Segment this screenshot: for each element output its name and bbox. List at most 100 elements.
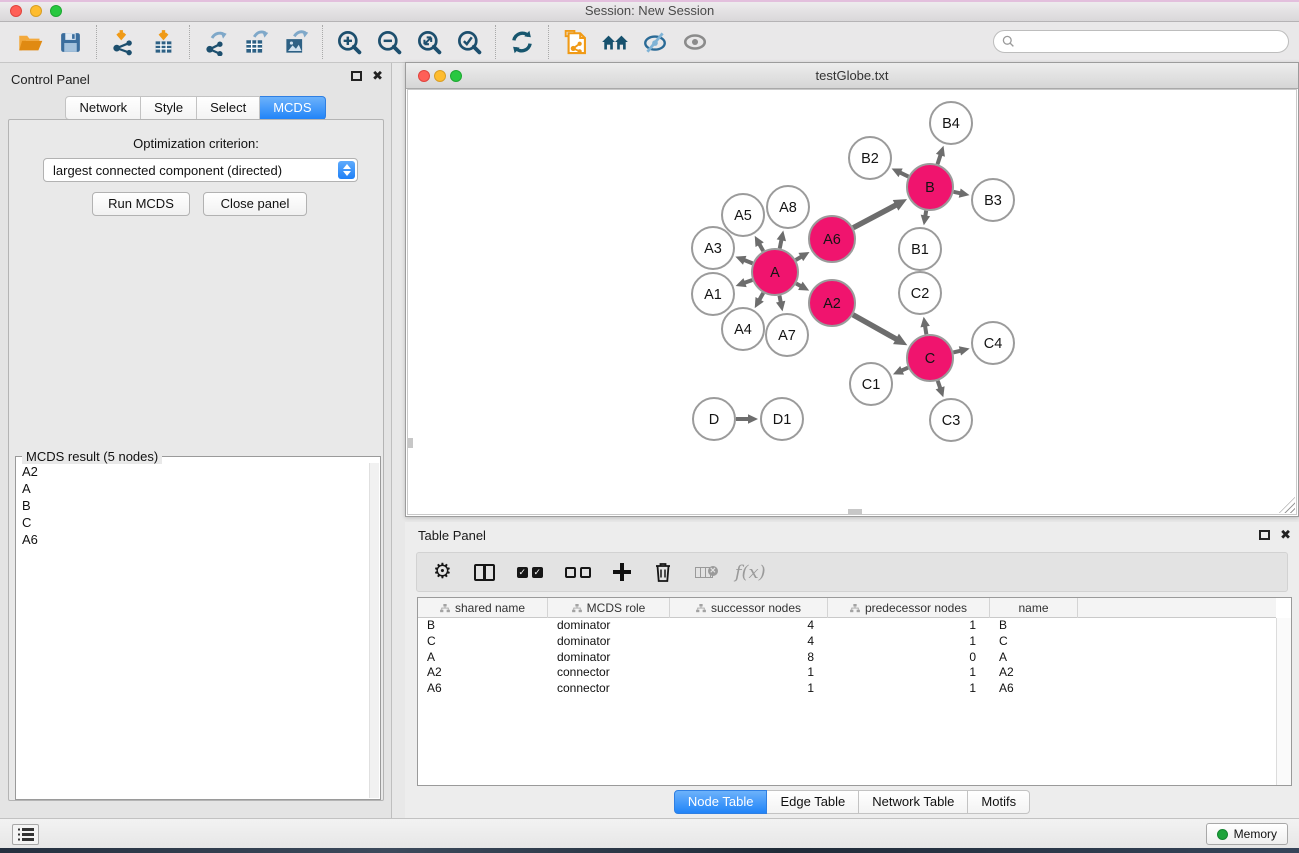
run-mcds-button[interactable]: Run MCDS	[92, 192, 190, 216]
table-settings-button[interactable]: ⚙	[433, 557, 452, 587]
criterion-dropdown[interactable]: largest connected component (directed)	[43, 158, 358, 182]
table-row[interactable]: A2connector11A2	[418, 665, 1276, 681]
network-canvas[interactable]: B4B2BB3A5A8A6A3B1AA1C2A2A4A7C4CC1C3DD1	[407, 89, 1297, 515]
graph-node-label-A1: A1	[704, 287, 722, 303]
deselect-all-button[interactable]	[565, 557, 591, 587]
control-panel-title: Control Panel	[11, 72, 90, 87]
hide-graphics-details-button[interactable]	[635, 25, 675, 59]
graph-edge-arrowhead	[921, 215, 930, 226]
table-row[interactable]: A6connector11A6	[418, 681, 1276, 697]
delete-table-button[interactable]: ✕	[695, 557, 713, 587]
show-graphics-details-button[interactable]	[675, 25, 715, 59]
table-vertical-scrollbar[interactable]	[1276, 618, 1291, 785]
result-list-item[interactable]: A6	[16, 531, 369, 548]
select-all-button[interactable]: ✓ ✓	[517, 557, 543, 587]
zoom-out-button[interactable]	[369, 25, 409, 59]
result-list-item[interactable]: A	[16, 480, 369, 497]
float-panel-icon[interactable]	[351, 71, 362, 81]
float-table-panel-icon[interactable]	[1259, 530, 1270, 540]
mcds-result-title: MCDS result (5 nodes)	[22, 449, 162, 464]
close-table-panel-icon[interactable]: ✖	[1280, 530, 1291, 540]
column-header-shared-name[interactable]: shared name	[418, 598, 548, 618]
graph-edge-A2-C[interactable]	[853, 315, 898, 340]
column-header-name[interactable]: name	[990, 598, 1078, 618]
close-panel-icon[interactable]: ✖	[372, 71, 383, 81]
result-list-scrollbar[interactable]	[369, 463, 379, 798]
gear-icon: ⚙	[433, 561, 452, 583]
column-header-mcds-role[interactable]: MCDS role	[548, 598, 670, 618]
tab-motifs[interactable]: Motifs	[968, 790, 1030, 814]
search-input[interactable]	[1020, 35, 1280, 49]
column-header-predecessor-nodes[interactable]: predecessor nodes	[828, 598, 990, 618]
add-column-button[interactable]	[613, 557, 631, 587]
tab-network-table[interactable]: Network Table	[859, 790, 968, 814]
columns-icon	[474, 564, 495, 581]
first-neighbors-button[interactable]	[595, 25, 635, 59]
graph-node-label-B3: B3	[984, 193, 1002, 209]
graph-edge-A6-B[interactable]	[853, 204, 897, 227]
tab-style[interactable]: Style	[141, 96, 197, 120]
table-cell: dominator	[548, 634, 670, 650]
result-list-item[interactable]: A2	[16, 463, 369, 480]
show-panels-button[interactable]	[12, 824, 39, 845]
open-file-button[interactable]	[10, 25, 50, 59]
export-network-button[interactable]	[196, 25, 236, 59]
export-table-button[interactable]	[236, 25, 276, 59]
desktop-wallpaper-strip	[0, 848, 1299, 853]
mcds-result-list[interactable]: A2ABCA6	[16, 463, 369, 798]
import-network-icon	[110, 29, 137, 56]
table-cell: dominator	[548, 618, 670, 634]
list-icon	[18, 828, 34, 841]
canvas-horizontal-scroll-thumb[interactable]	[848, 509, 862, 514]
result-list-item[interactable]: B	[16, 497, 369, 514]
graph-node-label-A5: A5	[734, 208, 752, 224]
table-toolbar: ⚙ ✓ ✓ ✕ f(x)	[416, 552, 1288, 592]
table-panel-tabs: Node TableEdge TableNetwork TableMotifs	[405, 790, 1299, 814]
import-network-button[interactable]	[103, 25, 143, 59]
tab-select[interactable]: Select	[197, 96, 260, 120]
open-folder-icon	[17, 29, 44, 56]
graph-edge-arrowhead	[936, 386, 945, 397]
tab-network[interactable]: Network	[65, 96, 141, 120]
apply-layout-button[interactable]	[502, 25, 542, 59]
titlebar-accent-line	[0, 0, 1299, 2]
table-row[interactable]: Cdominator41C	[418, 634, 1276, 650]
function-builder-button[interactable]: f(x)	[735, 557, 766, 587]
export-image-icon	[283, 29, 310, 56]
column-header-successor-nodes[interactable]: successor nodes	[670, 598, 828, 618]
table-row[interactable]: Adominator80A	[418, 650, 1276, 666]
memory-button[interactable]: Memory	[1206, 823, 1288, 845]
toolbar-separator	[189, 25, 190, 59]
table-cell: 0	[828, 650, 990, 666]
zoom-selected-button[interactable]	[449, 25, 489, 59]
control-panel: Control Panel ✖ NetworkStyleSelectMCDS O…	[0, 63, 392, 818]
graph-node-label-B2: B2	[861, 151, 879, 167]
toolbar-search[interactable]	[993, 30, 1289, 53]
save-floppy-icon	[58, 30, 83, 55]
table-cell: A2	[990, 665, 1078, 681]
save-session-button[interactable]	[50, 25, 90, 59]
result-list-item[interactable]: C	[16, 514, 369, 531]
import-table-button[interactable]	[143, 25, 183, 59]
delete-column-button[interactable]	[653, 557, 673, 587]
eye-icon	[681, 29, 709, 55]
new-network-from-selection-button[interactable]	[555, 25, 595, 59]
tab-mcds[interactable]: MCDS	[260, 96, 325, 120]
column-visibility-button[interactable]	[474, 557, 495, 587]
new-network-document-icon	[561, 28, 589, 56]
table-cell: C	[418, 634, 548, 650]
network-window-titlebar[interactable]: testGlobe.txt	[406, 63, 1298, 89]
table-row[interactable]: Bdominator41B	[418, 618, 1276, 634]
zoom-in-button[interactable]	[329, 25, 369, 59]
zoom-selected-icon	[456, 29, 483, 56]
zoom-fit-button[interactable]	[409, 25, 449, 59]
canvas-vertical-scroll-thumb[interactable]	[408, 438, 413, 448]
network-window-title: testGlobe.txt	[406, 68, 1298, 83]
table-cell: 8	[670, 650, 828, 666]
tab-node-table[interactable]: Node Table	[674, 790, 768, 814]
tab-edge-table[interactable]: Edge Table	[767, 790, 859, 814]
close-panel-button[interactable]: Close panel	[203, 192, 307, 216]
export-image-button[interactable]	[276, 25, 316, 59]
shared-column-icon	[696, 604, 706, 613]
graph-node-label-A4: A4	[734, 322, 752, 338]
